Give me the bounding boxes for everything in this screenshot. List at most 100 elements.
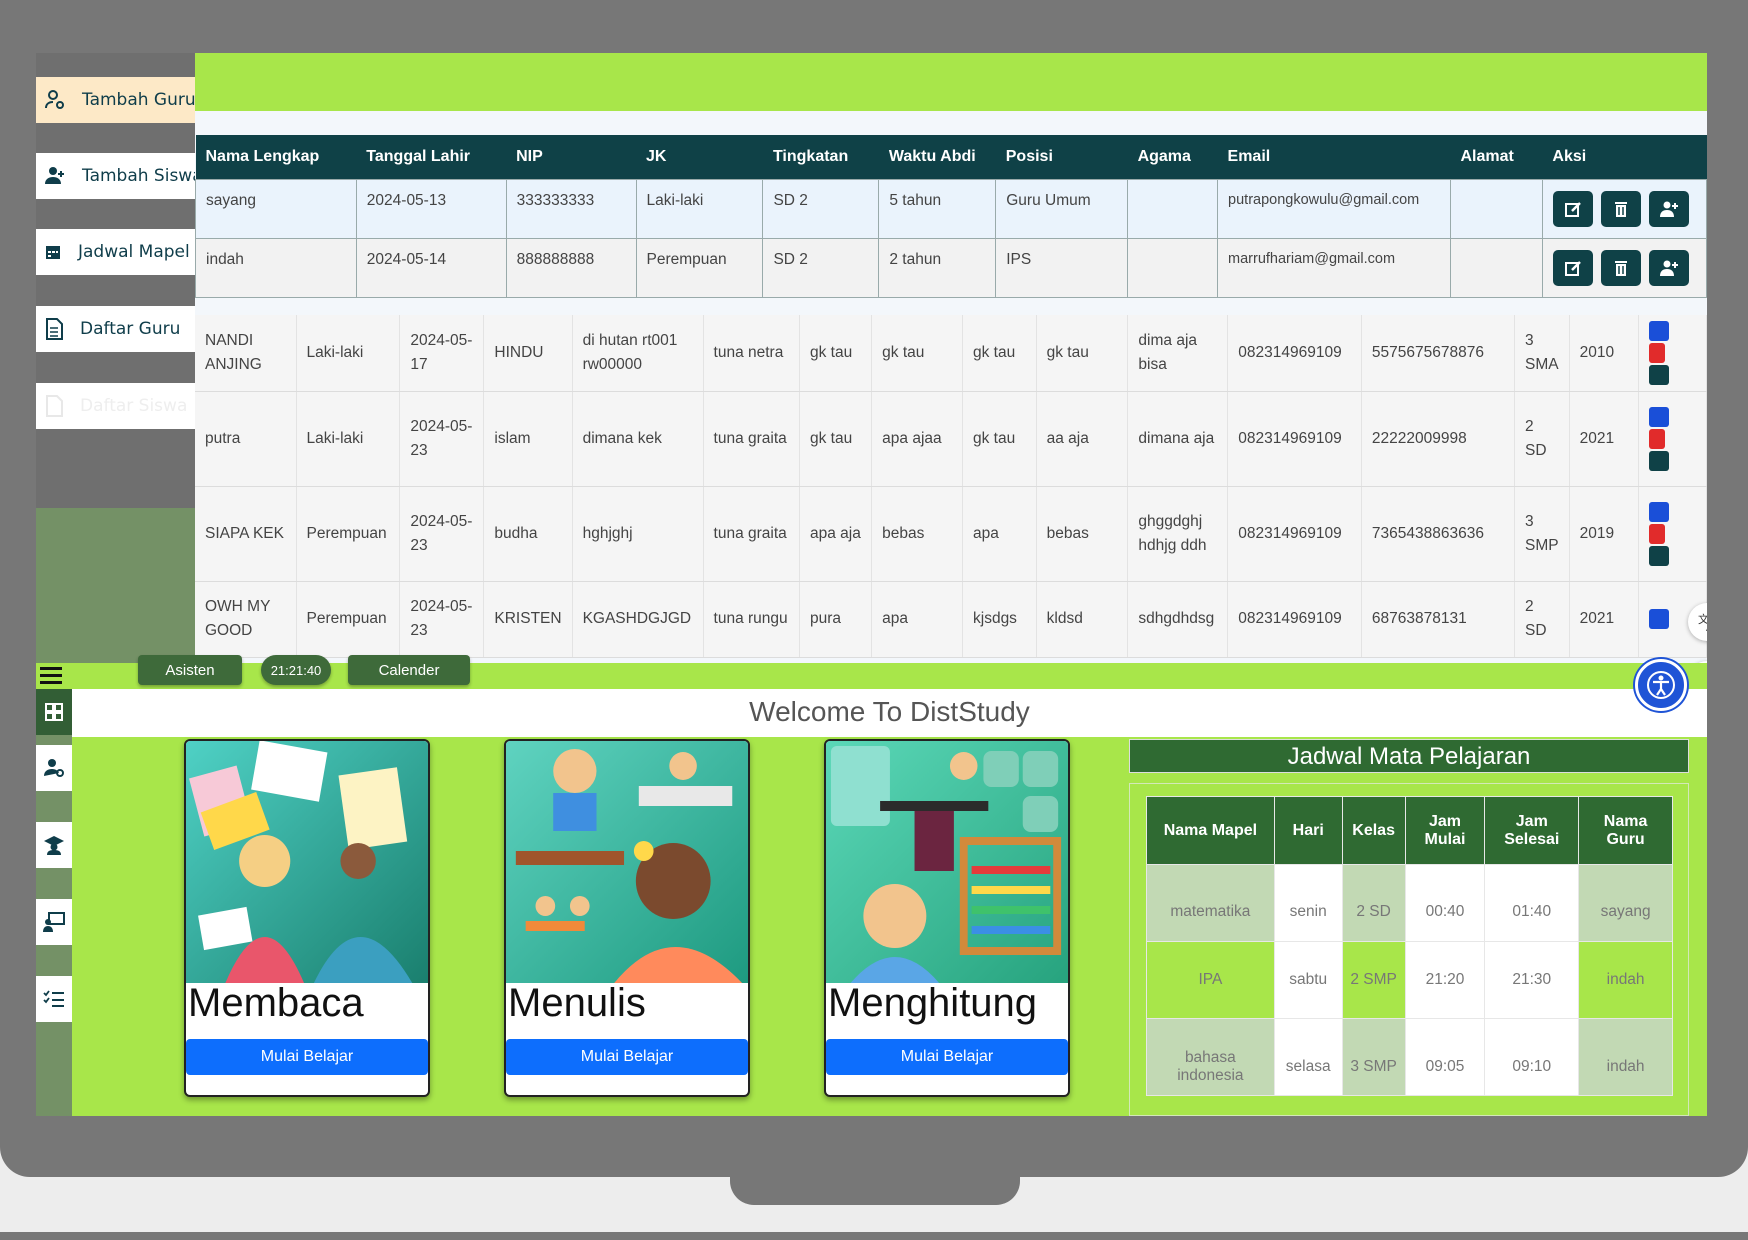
calender-button[interactable]: Calender bbox=[348, 655, 470, 685]
add-user-button[interactable] bbox=[1649, 545, 1670, 566]
user-plus-icon bbox=[1659, 201, 1678, 217]
column-header[interactable]: Waktu Abdi bbox=[878, 135, 996, 179]
cell: sayang bbox=[1578, 864, 1673, 942]
cell: selasa bbox=[1273, 1018, 1343, 1096]
edit-button[interactable] bbox=[1649, 320, 1670, 341]
sidebar-item-dashboard[interactable] bbox=[36, 689, 72, 735]
card-title: Menghitung bbox=[828, 981, 1038, 1025]
delete-button[interactable] bbox=[1649, 523, 1666, 544]
sidebar-item-label: Tambah Siswa bbox=[82, 166, 195, 186]
sidebar-item-tambah-siswa[interactable]: Tambah Siswa bbox=[36, 153, 195, 199]
jadwal-title: Jadwal Mata Pelajaran bbox=[1129, 739, 1689, 773]
edit-button[interactable] bbox=[1552, 190, 1593, 227]
column-header[interactable]: Nama Lengkap bbox=[195, 135, 357, 179]
cell: gk tau bbox=[799, 315, 873, 392]
svg-text:A: A bbox=[1706, 621, 1707, 633]
cell bbox=[1449, 237, 1543, 298]
cell: tuna rungu bbox=[703, 581, 801, 658]
cell bbox=[1449, 178, 1543, 239]
sidebar-item-daftar-siswa[interactable]: Daftar Siswa bbox=[36, 383, 195, 429]
cell: pura bbox=[799, 581, 873, 658]
cell: SD 2 bbox=[762, 237, 880, 298]
column-header[interactable]: Alamat bbox=[1450, 135, 1543, 179]
sidebar-item-class[interactable] bbox=[36, 899, 72, 945]
cell: Laki-laki bbox=[296, 391, 401, 487]
aksi-cell bbox=[1638, 391, 1707, 487]
cell: 7365438863636 bbox=[1361, 486, 1516, 582]
writing-illustration bbox=[506, 741, 748, 983]
delete-button[interactable] bbox=[1649, 428, 1666, 449]
cell: Perempuan bbox=[296, 581, 401, 658]
cell: budha bbox=[483, 486, 573, 582]
cell: 333333333 bbox=[505, 178, 637, 239]
cell: tuna netra bbox=[703, 315, 801, 392]
cell: 68763878131 bbox=[1361, 581, 1516, 658]
add-user-button[interactable] bbox=[1648, 190, 1689, 227]
student-main: Membaca Mulai Belajar Menulis Mulai Bela… bbox=[72, 737, 1707, 1116]
sidebar-item-jadwal-mapel[interactable]: Jadwal Mapel bbox=[36, 229, 195, 275]
mulai-belajar-button[interactable]: Mulai Belajar bbox=[826, 1039, 1068, 1075]
mulai-belajar-button[interactable]: Mulai Belajar bbox=[186, 1039, 428, 1075]
delete-button[interactable] bbox=[1649, 342, 1666, 363]
add-user-button[interactable] bbox=[1649, 450, 1670, 471]
column-header[interactable]: Email bbox=[1217, 135, 1451, 179]
cell: 2010 bbox=[1569, 315, 1640, 392]
cell: dimana aja bbox=[1127, 391, 1229, 487]
cell: 01:40 bbox=[1484, 864, 1580, 942]
table-row: bahasa indonesia selasa 3 SMP 09:05 09:1… bbox=[1146, 1018, 1673, 1096]
document-icon bbox=[46, 318, 63, 340]
cell: dima aja bisa bbox=[1127, 315, 1229, 392]
cell: ghggdghj hdhjg ddh bbox=[1127, 486, 1229, 582]
accessibility-button[interactable] bbox=[1635, 659, 1687, 711]
edit-button[interactable] bbox=[1552, 249, 1593, 286]
delete-button[interactable] bbox=[1600, 190, 1641, 227]
column-header[interactable]: Tingkatan bbox=[762, 135, 879, 179]
add-user-button[interactable] bbox=[1649, 364, 1670, 385]
column-header[interactable]: Agama bbox=[1127, 135, 1218, 179]
edit-button[interactable] bbox=[1649, 609, 1670, 629]
sidebar-item-daftar-guru[interactable]: Daftar Guru bbox=[36, 306, 195, 352]
table-row: SIAPA KEK Perempuan 2024-05-23 budha hgh… bbox=[195, 486, 1707, 582]
cell: kjsdgs bbox=[962, 581, 1037, 658]
counting-illustration bbox=[826, 741, 1068, 983]
column-header[interactable]: NIP bbox=[506, 135, 637, 179]
cell: Laki-laki bbox=[296, 315, 401, 392]
siswa-table: NANDI ANJING Laki-laki 2024-05-17 HINDU … bbox=[195, 315, 1707, 658]
edit-button[interactable] bbox=[1649, 501, 1670, 522]
cell: indah bbox=[1578, 1018, 1673, 1096]
cell: 2024-05-23 bbox=[399, 581, 485, 658]
column-header[interactable]: JK bbox=[636, 135, 763, 179]
column-header[interactable]: Tanggal Lahir bbox=[356, 135, 507, 179]
cell: 2024-05-17 bbox=[399, 315, 485, 392]
add-user-button[interactable] bbox=[1648, 249, 1689, 286]
delete-button[interactable] bbox=[1600, 249, 1641, 286]
sidebar-item-tambah-guru[interactable]: Tambah Guru bbox=[36, 77, 195, 123]
cell: 21:30 bbox=[1484, 941, 1580, 1019]
cell: KRISTEN bbox=[483, 581, 573, 658]
column-header[interactable]: Posisi bbox=[995, 135, 1128, 179]
screen: Tambah Guru Tambah Siswa Jadwal Mapel Da… bbox=[36, 53, 1707, 1116]
cell: apa bbox=[871, 581, 963, 658]
cell: 00:40 bbox=[1404, 864, 1486, 942]
sidebar-item-teacher[interactable] bbox=[36, 822, 72, 868]
cell: 2024-05-23 bbox=[399, 391, 485, 487]
cell bbox=[1127, 178, 1219, 239]
card-membaca: Membaca Mulai Belajar bbox=[184, 739, 430, 1097]
column-header: Jam Mulai bbox=[1404, 796, 1486, 865]
column-header: Jam Selesai bbox=[1484, 796, 1580, 865]
cell: 2021 bbox=[1569, 391, 1640, 487]
column-header: Aksi bbox=[1542, 135, 1707, 179]
guru-table: Nama Lengkap Tanggal Lahir NIP JK Tingka… bbox=[195, 135, 1707, 298]
asisten-button[interactable]: Asisten bbox=[138, 655, 242, 685]
card-menulis: Menulis Mulai Belajar bbox=[504, 739, 750, 1097]
cell: islam bbox=[483, 391, 573, 487]
edit-button[interactable] bbox=[1649, 406, 1670, 427]
menu-icon[interactable] bbox=[40, 667, 62, 684]
cell: gk tau bbox=[962, 391, 1037, 487]
mulai-belajar-button[interactable]: Mulai Belajar bbox=[506, 1039, 748, 1075]
cell: Perempuan bbox=[296, 486, 401, 582]
trash-icon bbox=[1614, 201, 1627, 217]
sidebar-item-user[interactable] bbox=[36, 745, 72, 791]
sidebar-item-list[interactable] bbox=[36, 976, 72, 1022]
cell: OWH MY GOOD bbox=[195, 581, 297, 658]
